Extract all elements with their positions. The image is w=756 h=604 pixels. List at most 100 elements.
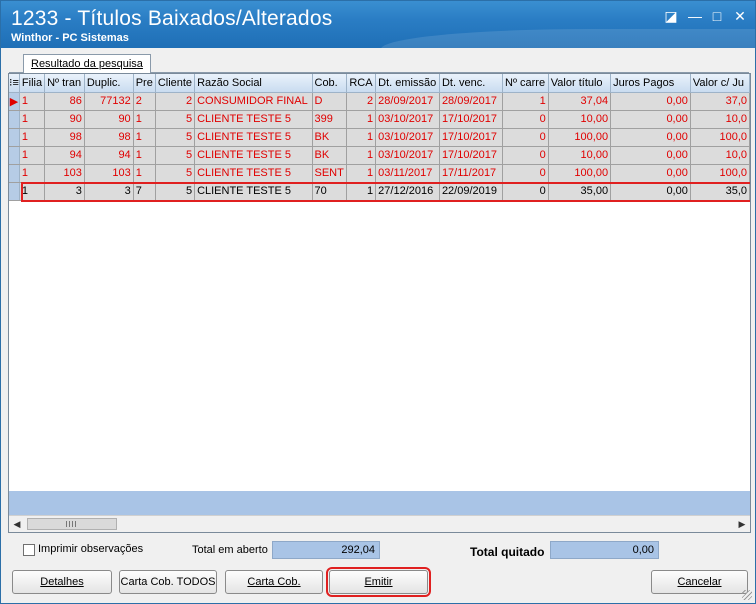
col-header-valor-com-juros[interactable]: Valor c/ Ju	[690, 74, 750, 93]
table-row[interactable]: ▶ 1 86 77132 2 2 CONSUMIDOR FINAL D 2 28/09/2017 2…	[9, 92, 750, 111]
col-header-num-transacao[interactable]: Nº tran	[44, 74, 85, 93]
carta-cob-label: Carta Cob.	[247, 576, 301, 588]
cell-rca: 1	[346, 128, 377, 147]
cell-dt-emissao: 03/10/2017	[375, 146, 440, 165]
col-header-valor-titulo[interactable]: Valor título	[548, 74, 612, 93]
tab-resultado-pesquisa[interactable]: Resultado da pesquisa	[23, 54, 151, 74]
emitir-label: Emitir	[364, 576, 393, 588]
cell-cliente: 5	[155, 164, 196, 183]
title-bar: 1233 - Títulos Baixados/Alterados Wintho…	[1, 1, 755, 48]
row-indicator[interactable]	[9, 182, 20, 201]
cell-num-transacao: 3	[44, 182, 85, 201]
cell-valor-titulo: 35,00	[548, 182, 612, 201]
cell-dt-venc: 17/10/2017	[439, 110, 504, 129]
col-header-duplicata[interactable]: Duplic.	[84, 74, 134, 93]
cell-valor-com-juros: 10,0	[690, 110, 750, 129]
cell-dt-venc: 17/11/2017	[439, 164, 504, 183]
emitir-button[interactable]: Emitir	[326, 567, 431, 597]
cell-cliente: 5	[155, 146, 196, 165]
cell-num-carregamento: 0	[502, 182, 549, 201]
cell-dt-emissao: 27/12/2016	[375, 182, 440, 201]
scroll-right-icon[interactable]: ▶	[734, 516, 750, 532]
row-indicator[interactable]	[9, 146, 20, 165]
main-window: 1233 - Títulos Baixados/Alterados Wintho…	[0, 0, 756, 604]
cell-duplicata: 94	[84, 146, 134, 165]
col-header-prestacao[interactable]: Pre	[133, 74, 156, 93]
cell-cobranca: BK	[312, 146, 348, 165]
grid-menu-icon[interactable]: ⁝≡	[9, 74, 20, 93]
cell-dt-venc: 17/10/2017	[439, 128, 504, 147]
cell-filial: 1	[19, 182, 46, 201]
cell-cliente: 5	[155, 182, 196, 201]
cell-juros-pagos: 0,00	[610, 92, 691, 111]
details-button[interactable]: Detalhes	[12, 570, 112, 594]
cell-filial: 1	[19, 110, 46, 129]
tab-label: Resultado da pesquisa	[31, 58, 143, 70]
table-row[interactable]: 1 98 98 1 5 CLIENTE TESTE 5 BK 1 03/10/2017 17/10…	[9, 128, 750, 147]
maximize-icon[interactable]: □	[707, 7, 727, 25]
grid-body: ▶ 1 86 77132 2 2 CONSUMIDOR FINAL D 2 28/09/2017 2…	[9, 92, 750, 201]
cell-valor-com-juros: 37,0	[690, 92, 750, 111]
current-row-indicator-icon[interactable]: ▶	[9, 92, 20, 111]
cell-duplicata: 3	[84, 182, 134, 201]
window-subtitle: Winthor - PC Sistemas	[11, 32, 129, 44]
carta-cob-button[interactable]: Carta Cob.	[225, 570, 323, 594]
cell-duplicata: 77132	[84, 92, 134, 111]
cell-cobranca: SENT	[312, 164, 348, 183]
table-row[interactable]: 1 94 94 1 5 CLIENTE TESTE 5 BK 1 03/10/2017 17/10…	[9, 146, 750, 165]
cell-prestacao: 7	[133, 182, 156, 201]
cell-rca: 1	[346, 110, 377, 129]
cell-dt-venc: 28/09/2017	[439, 92, 504, 111]
cell-prestacao: 1	[133, 164, 156, 183]
cell-cobranca: D	[312, 92, 348, 111]
grid-header-row: ⁝≡ Filia Nº tran Duplic. Pre Cliente Raz…	[9, 74, 750, 93]
cell-rca: 2	[346, 92, 377, 111]
col-header-cliente[interactable]: Cliente	[155, 74, 196, 93]
table-row[interactable]: 1 90 90 1 5 CLIENTE TESTE 5 399 1 03/10/2017 17/1…	[9, 110, 750, 129]
cancel-button[interactable]: Cancelar	[651, 570, 748, 594]
table-row[interactable]: 1 3 3 7 5 CLIENTE TESTE 5 70 1 27/12/2016 22/09/2…	[9, 182, 750, 201]
cell-num-transacao: 86	[44, 92, 85, 111]
cell-dt-emissao: 03/10/2017	[375, 110, 440, 129]
cell-valor-com-juros: 100,0	[690, 128, 750, 147]
row-indicator[interactable]	[9, 164, 20, 183]
cell-dt-venc: 17/10/2017	[439, 146, 504, 165]
col-header-dt-emissao[interactable]: Dt. emissão	[375, 74, 440, 93]
cell-cliente: 5	[155, 110, 196, 129]
cell-cliente: 2	[155, 92, 196, 111]
col-header-juros-pagos[interactable]: Juros Pagos	[610, 74, 691, 93]
close-icon[interactable]: ✕	[730, 7, 750, 25]
cell-valor-com-juros: 10,0	[690, 146, 750, 165]
cell-cliente: 5	[155, 128, 196, 147]
cell-razao-social: CLIENTE TESTE 5	[194, 164, 313, 183]
col-header-razao-social[interactable]: Razão Social	[194, 74, 313, 93]
cell-cobranca: 70	[312, 182, 348, 201]
restore-icon[interactable]: ◪	[661, 7, 681, 25]
resize-grip-icon[interactable]	[742, 590, 752, 600]
cell-num-transacao: 90	[44, 110, 85, 129]
row-indicator[interactable]	[9, 110, 20, 129]
minimize-icon[interactable]: —	[685, 7, 705, 25]
col-header-filial[interactable]: Filia	[19, 74, 46, 93]
cell-razao-social: CLIENTE TESTE 5	[194, 110, 313, 129]
col-header-dt-venc[interactable]: Dt. venc.	[439, 74, 504, 93]
results-grid[interactable]: ⁝≡ Filia Nº tran Duplic. Pre Cliente Raz…	[8, 73, 751, 533]
cell-num-carregamento: 0	[502, 146, 549, 165]
total-open-value: 292,04	[272, 541, 380, 559]
col-header-cobranca[interactable]: Cob.	[312, 74, 348, 93]
scroll-thumb[interactable]	[27, 518, 117, 530]
horizontal-scrollbar[interactable]: ◀ ▶	[9, 515, 750, 532]
cell-razao-social: CLIENTE TESTE 5	[194, 146, 313, 165]
cell-dt-venc: 22/09/2019	[439, 182, 504, 201]
print-observations-checkbox[interactable]	[23, 544, 35, 556]
carta-cob-todos-button[interactable]: Carta Cob. TODOS	[119, 570, 217, 594]
col-header-rca[interactable]: RCA	[346, 74, 377, 93]
cell-valor-titulo: 37,04	[548, 92, 612, 111]
cell-valor-titulo: 100,00	[548, 128, 612, 147]
row-indicator[interactable]	[9, 128, 20, 147]
cell-dt-emissao: 28/09/2017	[375, 92, 440, 111]
table-row[interactable]: 1 103 103 1 5 CLIENTE TESTE 5 SENT 1 03/11/2017 1…	[9, 164, 750, 183]
cell-duplicata: 103	[84, 164, 134, 183]
col-header-num-carregamento[interactable]: Nº carre	[502, 74, 549, 93]
scroll-left-icon[interactable]: ◀	[9, 516, 25, 532]
